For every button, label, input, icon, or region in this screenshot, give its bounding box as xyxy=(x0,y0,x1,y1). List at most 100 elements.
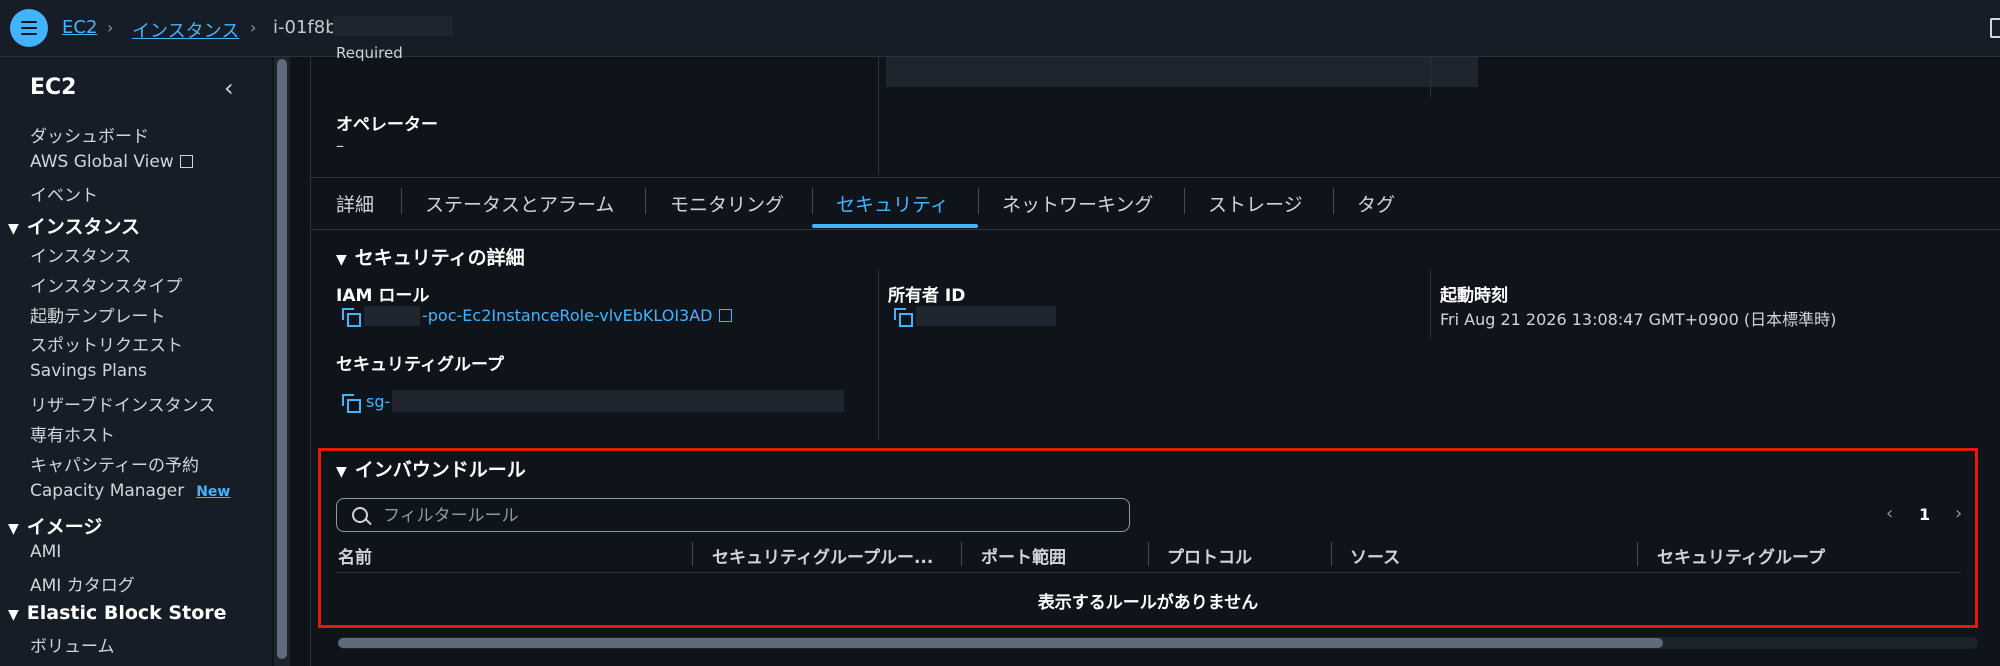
column-separator[interactable] xyxy=(1331,542,1332,566)
menu-icon[interactable] xyxy=(10,9,48,47)
sidebar-item-ami[interactable]: AMI xyxy=(30,542,61,562)
tab-separator xyxy=(1333,188,1334,214)
caret-down-icon: ▼ xyxy=(8,607,19,623)
top-bar: EC2 › インスタンス › i-01f8b xyxy=(0,0,2000,57)
divider xyxy=(311,229,2000,230)
tab-networking[interactable]: ネットワーキング xyxy=(1002,190,1153,217)
breadcrumb-instances[interactable]: インスタンス xyxy=(132,17,239,43)
chevron-left-icon[interactable]: ‹ xyxy=(224,74,234,102)
search-icon xyxy=(352,507,368,523)
copy-icon[interactable] xyxy=(894,308,913,327)
sidebar-item-instance-types[interactable]: インスタンスタイプ xyxy=(30,272,182,297)
iam-role-link[interactable]: -poc-Ec2InstanceRole-vlvEbKLOI3AD xyxy=(422,306,732,325)
redacted-block xyxy=(916,306,1056,326)
chevron-right-icon: › xyxy=(107,18,114,37)
column-separator[interactable] xyxy=(692,542,693,566)
section-title: セキュリティの詳細 xyxy=(354,247,525,269)
required-text: Required xyxy=(336,44,403,62)
empty-state-message: 表示するルールがありません xyxy=(1037,593,1259,613)
column-separator[interactable] xyxy=(961,542,962,566)
sidebar-section-label: Elastic Block Store xyxy=(26,602,227,624)
tab-tags[interactable]: タグ xyxy=(1357,190,1395,217)
tab-security[interactable]: セキュリティ xyxy=(836,190,949,217)
sidebar-section-instances[interactable]: ▼ インスタンス xyxy=(8,212,140,239)
scrollbar-thumb[interactable] xyxy=(338,638,1663,648)
breadcrumb-current: i-01f8b xyxy=(273,17,337,38)
operator-label: オペレーター xyxy=(336,115,438,135)
sidebar-item-savings-plans[interactable]: Savings Plans xyxy=(30,361,147,381)
launch-time-value: Fri Aug 21 2026 13:08:47 GMT+0900 (日本標準時… xyxy=(1440,310,1837,329)
sidebar-section-ebs[interactable]: ▼ Elastic Block Store xyxy=(8,602,227,624)
chevron-right-icon[interactable]: › xyxy=(1955,503,1962,524)
caret-down-icon: ▼ xyxy=(336,252,347,268)
sidebar-item-reserved-instances[interactable]: リザーブドインスタンス xyxy=(30,391,215,416)
sidebar-item-capacity-manager[interactable]: Capacity Manager New xyxy=(30,481,230,501)
redacted-block xyxy=(333,16,453,36)
external-link-icon xyxy=(718,309,732,322)
column-header-port-range[interactable]: ポート範囲 xyxy=(981,543,1066,568)
active-tab-indicator xyxy=(812,224,978,228)
page-number[interactable]: 1 xyxy=(1919,505,1930,524)
sidebar-item-label: AWS Global View xyxy=(30,152,174,172)
sidebar-section-label: インスタンス xyxy=(26,216,141,238)
filter-rules-search[interactable] xyxy=(336,498,1130,532)
caret-down-icon: ▼ xyxy=(336,464,347,480)
sidebar-item-instances[interactable]: インスタンス xyxy=(30,242,131,267)
divider xyxy=(310,57,311,666)
section-title: インバウンドルール xyxy=(354,459,526,481)
sidebar-item-launch-templates[interactable]: 起動テンプレート xyxy=(30,302,166,327)
scrollbar-thumb[interactable] xyxy=(277,59,287,659)
column-header-security-group[interactable]: セキュリティグループ xyxy=(1657,543,1825,568)
caret-down-icon: ▼ xyxy=(8,521,19,537)
sidebar-section-images[interactable]: ▼ イメージ xyxy=(8,512,102,539)
iam-role-value: -poc-Ec2InstanceRole-vlvEbKLOI3AD xyxy=(422,306,713,325)
launch-time-label: 起動時刻 xyxy=(1440,286,1508,306)
divider xyxy=(878,270,879,440)
redacted-block xyxy=(364,306,420,326)
sidebar-item-label: Capacity Manager xyxy=(30,481,185,501)
sidebar-item-spot-requests[interactable]: スポットリクエスト xyxy=(30,331,183,356)
tab-storage[interactable]: ストレージ xyxy=(1208,190,1303,217)
copy-icon[interactable] xyxy=(342,394,361,413)
column-header-name[interactable]: 名前 xyxy=(338,543,372,568)
column-header-security-group-rule[interactable]: セキュリティグループルー... xyxy=(712,543,933,568)
sidebar-title: EC2 xyxy=(30,75,77,100)
inbound-rules-heading[interactable]: ▼ インバウンドルール xyxy=(336,455,526,482)
redacted-block xyxy=(392,390,844,412)
tab-separator xyxy=(978,188,979,214)
sidebar-item-global-view[interactable]: AWS Global View xyxy=(30,152,193,172)
tab-separator xyxy=(645,188,646,214)
security-group-link[interactable]: sg- xyxy=(366,392,390,411)
iam-role-label: IAM ロール xyxy=(336,286,430,306)
breadcrumb-ec2[interactable]: EC2 xyxy=(62,17,97,38)
caret-down-icon: ▼ xyxy=(8,221,19,237)
sidebar-item-capacity-reservations[interactable]: キャパシティーの予約 xyxy=(30,451,199,476)
divider xyxy=(311,177,2000,178)
tab-details[interactable]: 詳細 xyxy=(336,190,374,217)
divider xyxy=(1430,57,1431,97)
column-header-source[interactable]: ソース xyxy=(1350,543,1400,568)
sidebar-item-dashboard[interactable]: ダッシュボード xyxy=(30,122,149,147)
operator-value: – xyxy=(336,136,344,155)
sidebar-section-label: イメージ xyxy=(26,516,103,538)
column-separator[interactable] xyxy=(1637,542,1638,566)
chevron-left-icon[interactable]: ‹ xyxy=(1886,503,1893,524)
horizontal-scrollbar[interactable] xyxy=(338,637,1978,649)
column-separator[interactable] xyxy=(1148,542,1149,566)
panel-icon[interactable] xyxy=(1990,18,2000,38)
filter-rules-input[interactable] xyxy=(381,504,1085,528)
sidebar-item-volumes[interactable]: ボリューム xyxy=(30,632,115,657)
sidebar-item-events[interactable]: イベント xyxy=(30,181,98,206)
sidebar-item-dedicated-hosts[interactable]: 専有ホスト xyxy=(30,421,115,446)
security-details-heading[interactable]: ▼ セキュリティの詳細 xyxy=(336,243,525,270)
divider xyxy=(878,57,879,175)
tab-monitoring[interactable]: モニタリング xyxy=(670,190,784,217)
sidebar-scrollbar[interactable] xyxy=(274,57,290,666)
column-header-protocol[interactable]: プロトコル xyxy=(1167,543,1252,568)
sidebar-item-ami-catalog[interactable]: AMI カタログ xyxy=(30,571,135,596)
tab-separator xyxy=(812,188,813,214)
chevron-right-icon: › xyxy=(250,18,257,37)
copy-icon[interactable] xyxy=(342,308,361,327)
security-group-label: セキュリティグループ xyxy=(336,355,504,375)
tab-status-alarms[interactable]: ステータスとアラーム xyxy=(425,190,614,217)
